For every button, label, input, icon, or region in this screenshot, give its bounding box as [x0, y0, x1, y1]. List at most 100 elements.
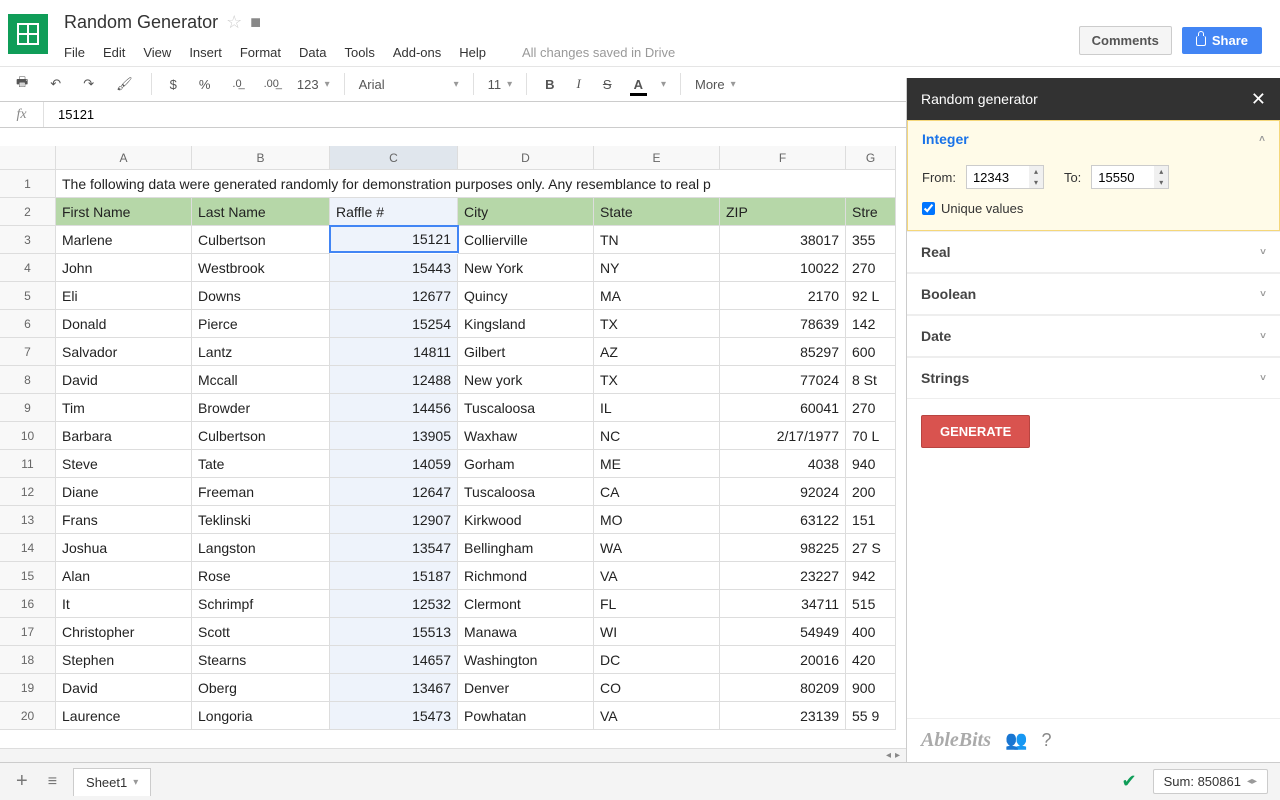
cell[interactable]: CO	[594, 674, 720, 702]
cell[interactable]: TN	[594, 226, 720, 254]
cell[interactable]: Culbertson	[192, 422, 330, 450]
print-icon[interactable]: 🖶	[12, 71, 32, 97]
cell[interactable]: 400	[846, 618, 896, 646]
cell[interactable]: 12647	[330, 478, 458, 506]
cell[interactable]: 8 St	[846, 366, 896, 394]
cell[interactable]: 15254	[330, 310, 458, 338]
cell[interactable]: MA	[594, 282, 720, 310]
boolean-section-header[interactable]: Boolean˅	[907, 273, 1280, 315]
cell[interactable]: Oberg	[192, 674, 330, 702]
menu-tools[interactable]: Tools	[344, 45, 374, 60]
add-sheet-button[interactable]: +	[12, 768, 32, 795]
folder-icon[interactable]: ■	[250, 12, 261, 33]
cell[interactable]: 78639	[720, 310, 846, 338]
cell[interactable]: 85297	[720, 338, 846, 366]
cell[interactable]: Langston	[192, 534, 330, 562]
cell[interactable]: Quincy	[458, 282, 594, 310]
column-header[interactable]: F	[720, 146, 846, 170]
column-header[interactable]: C	[330, 146, 458, 170]
cell[interactable]: Christopher	[56, 618, 192, 646]
cell[interactable]: Browder	[192, 394, 330, 422]
font-dropdown[interactable]: Arial▾	[359, 77, 459, 92]
menu-addons[interactable]: Add-ons	[393, 45, 441, 60]
cell[interactable]: 900	[846, 674, 896, 702]
cell[interactable]: MO	[594, 506, 720, 534]
table-header[interactable]: State	[594, 198, 720, 226]
all-sheets-button[interactable]: ≡	[44, 771, 61, 793]
cell[interactable]: John	[56, 254, 192, 282]
cell[interactable]: 23227	[720, 562, 846, 590]
cell[interactable]: Pierce	[192, 310, 330, 338]
cell[interactable]: Kingsland	[458, 310, 594, 338]
currency-button[interactable]: $	[166, 75, 181, 94]
menu-format[interactable]: Format	[240, 45, 281, 60]
unique-values-checkbox[interactable]	[922, 202, 935, 215]
color-caret-icon[interactable]: ▾	[661, 79, 666, 90]
table-header[interactable]: ZIP	[720, 198, 846, 226]
cell[interactable]: 600	[846, 338, 896, 366]
spin-up-icon[interactable]: ▴	[1029, 166, 1043, 177]
cell[interactable]: 63122	[720, 506, 846, 534]
cell[interactable]: Steve	[56, 450, 192, 478]
cell[interactable]: Stearns	[192, 646, 330, 674]
cell[interactable]: 420	[846, 646, 896, 674]
cell[interactable]: Tuscaloosa	[458, 394, 594, 422]
cell[interactable]: NY	[594, 254, 720, 282]
date-section-header[interactable]: Date˅	[907, 315, 1280, 357]
cell[interactable]: Donald	[56, 310, 192, 338]
cell[interactable]: New York	[458, 254, 594, 282]
spin-down-icon[interactable]: ▾	[1029, 177, 1043, 188]
paint-format-icon[interactable]: 🖌	[112, 74, 137, 94]
cell[interactable]: Stephen	[56, 646, 192, 674]
cell[interactable]: 12488	[330, 366, 458, 394]
cell[interactable]: Teklinski	[192, 506, 330, 534]
cell[interactable]: David	[56, 366, 192, 394]
cell[interactable]: 13905	[330, 422, 458, 450]
cell[interactable]: 270	[846, 254, 896, 282]
cell[interactable]: 10022	[720, 254, 846, 282]
number-format-dropdown[interactable]: 123▾	[297, 77, 330, 92]
column-header[interactable]: A	[56, 146, 192, 170]
cell[interactable]: 60041	[720, 394, 846, 422]
cell[interactable]: Diane	[56, 478, 192, 506]
column-header[interactable]: D	[458, 146, 594, 170]
horizontal-scrollbar[interactable]: ◂▸	[0, 748, 906, 762]
cell[interactable]: 77024	[720, 366, 846, 394]
cell[interactable]: Rose	[192, 562, 330, 590]
cell[interactable]: DC	[594, 646, 720, 674]
table-header[interactable]: First Name	[56, 198, 192, 226]
cell[interactable]: Denver	[458, 674, 594, 702]
cell[interactable]: 12532	[330, 590, 458, 618]
table-header[interactable]: Raffle #	[330, 198, 458, 226]
cell[interactable]: 151	[846, 506, 896, 534]
spreadsheet-grid[interactable]: ABCDEFG1The following data were generate…	[0, 146, 906, 730]
cell[interactable]: TX	[594, 310, 720, 338]
cell[interactable]: Mccall	[192, 366, 330, 394]
cell[interactable]: Tim	[56, 394, 192, 422]
share-button[interactable]: Share	[1182, 27, 1262, 54]
cell[interactable]: Scott	[192, 618, 330, 646]
menu-insert[interactable]: Insert	[189, 45, 222, 60]
cell[interactable]: AZ	[594, 338, 720, 366]
cell[interactable]: It	[56, 590, 192, 618]
cell[interactable]: Gilbert	[458, 338, 594, 366]
cell[interactable]: David	[56, 674, 192, 702]
cell[interactable]: Westbrook	[192, 254, 330, 282]
cell[interactable]: 942	[846, 562, 896, 590]
cell[interactable]: 80209	[720, 674, 846, 702]
real-section-header[interactable]: Real˅	[907, 231, 1280, 273]
cell[interactable]: Tate	[192, 450, 330, 478]
cell[interactable]: Barbara	[56, 422, 192, 450]
doc-title[interactable]: Random Generator	[64, 12, 218, 33]
cell[interactable]: Richmond	[458, 562, 594, 590]
cell[interactable]: Manawa	[458, 618, 594, 646]
cell[interactable]: IL	[594, 394, 720, 422]
cell[interactable]: Eli	[56, 282, 192, 310]
cell[interactable]: 355	[846, 226, 896, 254]
share-panel-icon[interactable]: 👥	[1005, 730, 1027, 751]
cell[interactable]: 12907	[330, 506, 458, 534]
cell[interactable]: Waxhaw	[458, 422, 594, 450]
cell[interactable]: 27 S	[846, 534, 896, 562]
menu-view[interactable]: View	[143, 45, 171, 60]
cell[interactable]: 2170	[720, 282, 846, 310]
